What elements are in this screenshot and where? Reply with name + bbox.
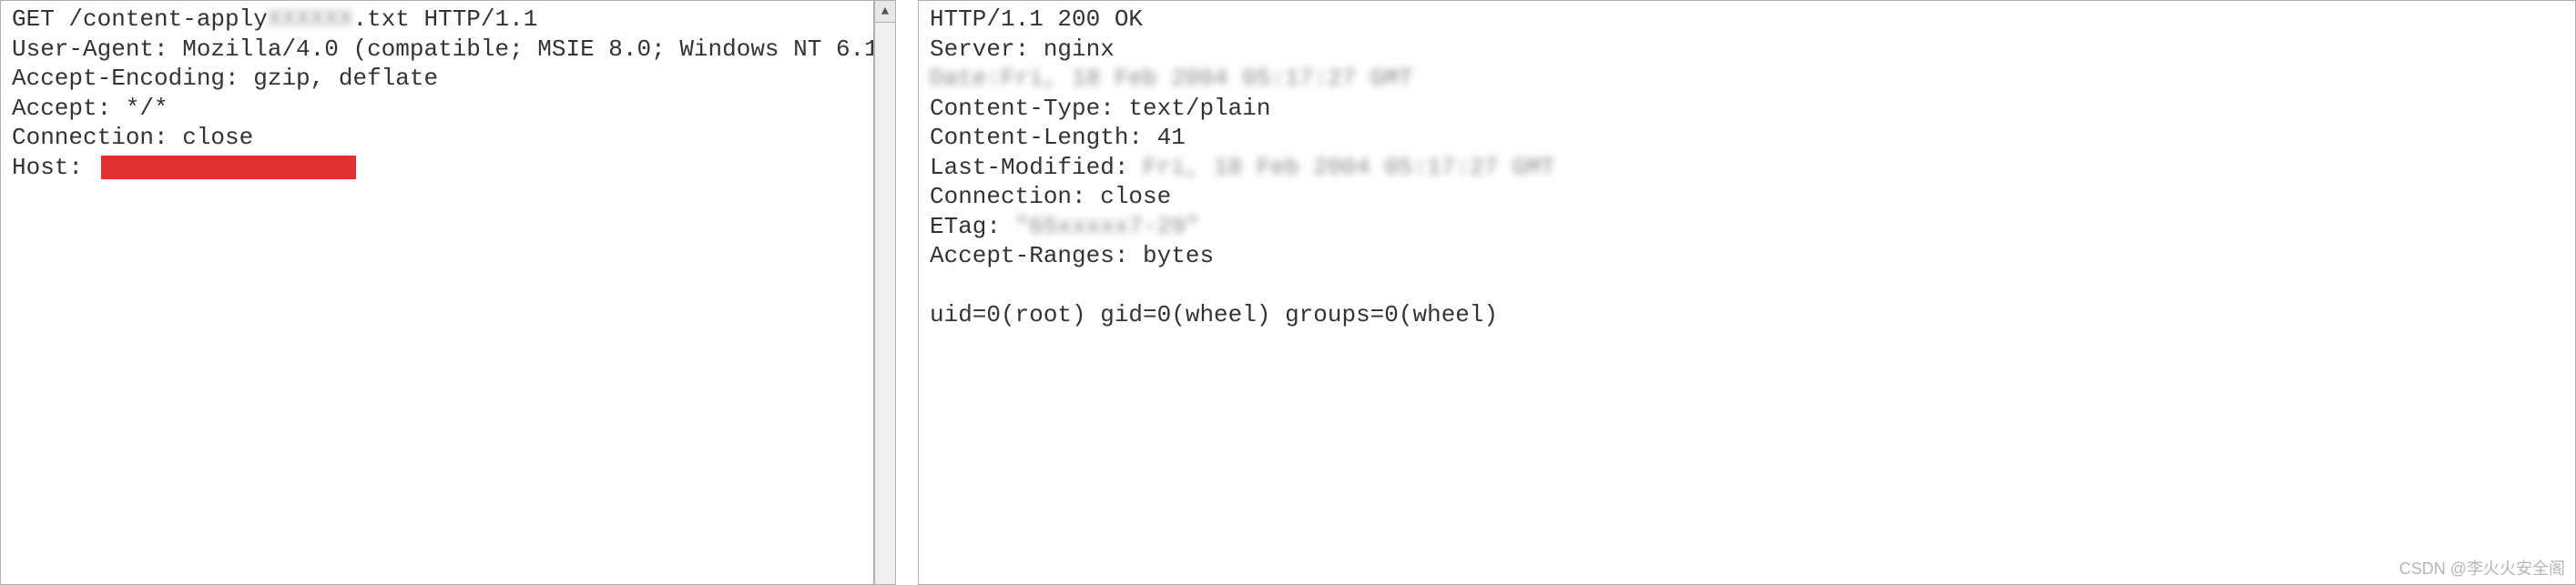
request-panel: GET /content-applyXXXXXX.txt HTTP/1.1 Us… — [0, 0, 874, 585]
date-value-blur: Fri, 18 Feb 2004 05:17:27 GMT — [1001, 64, 1412, 94]
last-modified-header: Last-Modified: Fri, 18 Feb 2004 05:17:27… — [930, 153, 2564, 183]
watermark: CSDN @李火火安全阁 — [2399, 556, 2565, 580]
last-modified-value-blur: Fri, 18 Feb 2004 05:17:27 GMT — [1143, 153, 1554, 183]
scroll-up-icon[interactable]: ▲ — [875, 1, 895, 23]
date-header: Date: Fri, 18 Feb 2004 05:17:27 GMT — [930, 64, 2564, 94]
response-connection-header: Connection: close — [930, 182, 2564, 212]
accept-encoding-header: Accept-Encoding: gzip, deflate — [12, 64, 862, 94]
etag-header: ETag: "65xxxxx7-29" — [930, 212, 2564, 242]
request-proto: .txt HTTP/1.1 — [352, 5, 537, 33]
server-header: Server: nginx — [930, 35, 2564, 65]
response-body: uid=0(root) gid=0(wheel) groups=0(wheel) — [930, 300, 2564, 330]
response-status: HTTP/1.1 200 OK — [930, 5, 2564, 35]
user-agent-header: User-Agent: Mozilla/4.0 (compatible; MSI… — [12, 35, 862, 65]
accept-header: Accept: */* — [12, 94, 862, 124]
response-panel: HTTP/1.1 200 OK Server: nginx Date: Fri,… — [918, 0, 2576, 585]
accept-ranges-header: Accept-Ranges: bytes — [930, 241, 2564, 271]
connection-header: Connection: close — [12, 123, 862, 153]
request-line: GET /content-applyXXXXXX.txt HTTP/1.1 — [12, 5, 862, 35]
empty-line — [930, 271, 2564, 300]
etag-value-blur: "65xxxxx7-29" — [1015, 212, 1200, 242]
request-method-path: GET /content-apply — [12, 5, 268, 33]
content-length-header: Content-Length: 41 — [930, 123, 2564, 153]
request-path-redacted: XXXXXX — [268, 5, 353, 35]
host-label: Host: — [12, 154, 97, 181]
host-redaction — [101, 156, 356, 179]
host-header: Host: — [12, 153, 862, 183]
content-type-header: Content-Type: text/plain — [930, 94, 2564, 124]
etag-label: ETag: — [930, 213, 1015, 240]
scrollbar-left[interactable]: ▲ — [874, 0, 896, 585]
last-modified-label: Last-Modified: — [930, 154, 1143, 181]
date-label-blur: Date: — [930, 64, 1001, 94]
